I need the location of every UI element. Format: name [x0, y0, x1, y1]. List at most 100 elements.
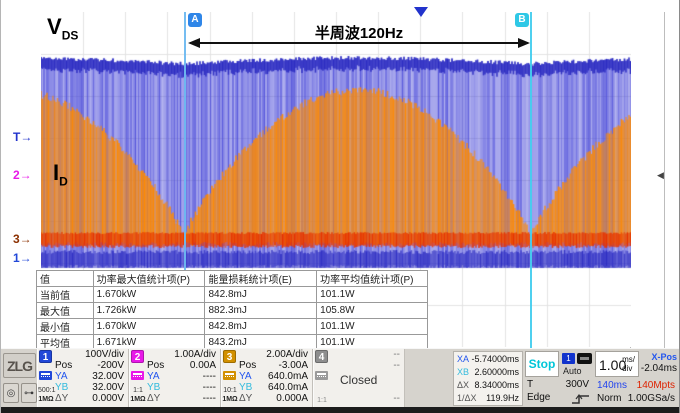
cursor-freq-row: 1/ΔX 119.9Hz [457, 393, 519, 403]
xpos-value: -2.04ms [641, 363, 677, 374]
channel-4-probe-ratio: 1:1 [314, 397, 330, 404]
trigger-position-icon[interactable] [414, 7, 428, 17]
cursor-a-badge[interactable]: A [188, 13, 202, 27]
channel-3-pos: -3.00A [279, 360, 308, 371]
channel-1-pos: -200V [97, 360, 124, 371]
channel-1-badge[interactable]: 1 [39, 350, 52, 363]
row-label: 最大值 [37, 303, 94, 319]
col-header-energy: 能量损耗统计项(E) [205, 271, 317, 287]
channel-1-scale: 100V/div [85, 349, 124, 360]
acq-window: 140ms [597, 380, 627, 391]
channel-1-impedance: 1MΩ [38, 396, 54, 403]
channel-4-block[interactable]: 4 -- -- Closed -- 1:1 [313, 349, 405, 408]
row-value: 101.1W [317, 319, 428, 335]
cursor-dx-row: ΔX 8.34000ms [457, 380, 519, 390]
zlg-logo: ZLG [3, 353, 36, 378]
channel-3-marker[interactable]: 3→ [13, 232, 32, 246]
channel-1-yb: 32.00V [92, 382, 124, 393]
vds-label: VDS [47, 14, 78, 42]
channel-1-probe-ratio: 500:1 [38, 387, 54, 394]
channel-3-probe-ratio: 10:1 [222, 387, 238, 394]
row-value: 105.8W [317, 303, 428, 319]
trigger-source-badge[interactable]: 1 [562, 353, 575, 364]
dx-value: 8.34000ms [474, 380, 519, 390]
channel-2-dy: ---- [203, 393, 216, 404]
channel-3-block[interactable]: 3 10:1 1MΩ 2.00A/div Pos -3.00A YA 640.0… [221, 349, 313, 408]
xpos-label: X-Pos [651, 352, 677, 362]
bottom-bezel [1, 407, 680, 413]
inv-dx-label: 1/ΔX [457, 393, 477, 403]
row-value: 1.670kW [93, 287, 205, 303]
row-value: 101.1W [317, 287, 428, 303]
channel-3-badge[interactable]: 3 [223, 350, 236, 363]
dy-label: ΔY [55, 393, 68, 404]
row-value: 842.8mJ [205, 319, 317, 335]
yb-label: YB [239, 382, 252, 393]
channel-4-dash: -- [393, 349, 400, 360]
trigger-type[interactable]: Edge [527, 392, 550, 403]
table-header-row: 值 功率最大值统计项(P) 能量损耗统计项(E) 功率平均值统计项(P) [37, 271, 428, 287]
dx-label: ΔX [457, 380, 469, 390]
cursor-b-line[interactable] [530, 12, 532, 348]
col-header-pmax: 功率最大值统计项(P) [93, 271, 205, 287]
channel-4-badge[interactable]: 4 [315, 350, 328, 363]
channel-1-coupling-icon [39, 371, 52, 380]
pos-label: Pos [55, 360, 72, 371]
channel-4-status: Closed [340, 373, 377, 387]
col-header-value: 值 [37, 271, 94, 287]
xb-value: 2.60000ms [474, 367, 519, 377]
table-row: 当前值1.670kW842.8mJ101.1W [37, 287, 428, 303]
row-value: 882.3mJ [205, 303, 317, 319]
trigger-level-marker[interactable]: T→ [13, 130, 32, 144]
row-value: 1.726kW [93, 303, 205, 319]
yb-label: YB [55, 382, 68, 393]
id-label: ID [53, 160, 68, 188]
channel-1-dy: 0.000V [92, 393, 124, 404]
channel-2-marker[interactable]: 2→ [13, 168, 32, 182]
probe-cal-icon[interactable]: ⊶ [21, 383, 37, 403]
row-label: 最小值 [37, 319, 94, 335]
dy-label: ΔY [239, 393, 252, 404]
pos-label: Pos [239, 360, 256, 371]
col-header-pavg: 功率平均值统计项(P) [317, 271, 428, 287]
probe-tool-icon[interactable]: ◎ [3, 383, 19, 403]
trigger-display-icon [577, 353, 592, 364]
cursor-b-badge[interactable]: B [515, 13, 529, 27]
side-panel-divider [664, 12, 665, 348]
channel-1-block[interactable]: 1 500:1 1MΩ 100V/div Pos -200V YA 32.00V… [37, 349, 129, 408]
status-bar: ZLG ◎ ⊶ 1 500:1 1MΩ 100V/div Pos -200V Y… [1, 348, 680, 407]
trigger-panel: Stop 1 Auto T 300V Edge [525, 349, 593, 408]
channel-2-yb: ---- [203, 382, 216, 393]
channel-2-scale: 1.00A/div [174, 349, 216, 360]
xb-label: XB [457, 367, 469, 377]
trigger-mode[interactable]: Auto [563, 366, 582, 376]
pos-label: Pos [147, 360, 164, 371]
timebase-panel: 1.00 ms/ div X-Pos -2.04ms 140ms 140Mpts… [595, 349, 679, 408]
channel-1-ya: 32.00V [92, 371, 124, 382]
row-value: 1.670kW [93, 319, 205, 335]
xa-value: -5.74000ms [471, 354, 519, 364]
channel-2-impedance: 1MΩ [130, 396, 146, 403]
yb-label: YB [147, 382, 160, 393]
cursor-xa-row: XA -5.74000ms [457, 354, 519, 364]
timebase-button[interactable]: 1.00 ms/ div [595, 351, 639, 377]
channel-2-pos: 0.00A [190, 360, 216, 371]
cursor-readout-panel: XA -5.74000ms XB 2.60000ms ΔX 8.34000ms … [453, 351, 523, 406]
sample-rate: 1.00GSa/s [628, 393, 675, 404]
channel-3-dy: 0.000A [276, 393, 308, 404]
table-row: 最大值1.726kW882.3mJ105.8W [37, 303, 428, 319]
run-stop-button[interactable]: Stop [525, 351, 559, 377]
channel-2-badge[interactable]: 2 [131, 350, 144, 363]
trigger-level-value: 300V [566, 379, 589, 390]
channel-2-block[interactable]: 2 1:1 1MΩ 1.00A/div Pos 0.00A YA ---- YB… [129, 349, 221, 408]
memory-depth: 140Mpts [637, 380, 675, 391]
channel-1-marker[interactable]: 1→ [13, 251, 32, 265]
cursor-xb-row: XB 2.60000ms [457, 367, 519, 377]
panel-collapse-icon[interactable]: ◀ [657, 170, 664, 181]
trigger-level-label: T [527, 379, 533, 390]
row-value: 842.8mJ [205, 287, 317, 303]
oscilloscope-screen: A B 半周波120Hz VDS ID T→ 2→ 3→ 1→ ◀ 值 功率最大… [0, 0, 680, 413]
row-label: 当前值 [37, 287, 94, 303]
channel-4-coupling-icon [315, 371, 328, 380]
channel-3-ya: 640.0mA [268, 371, 308, 382]
